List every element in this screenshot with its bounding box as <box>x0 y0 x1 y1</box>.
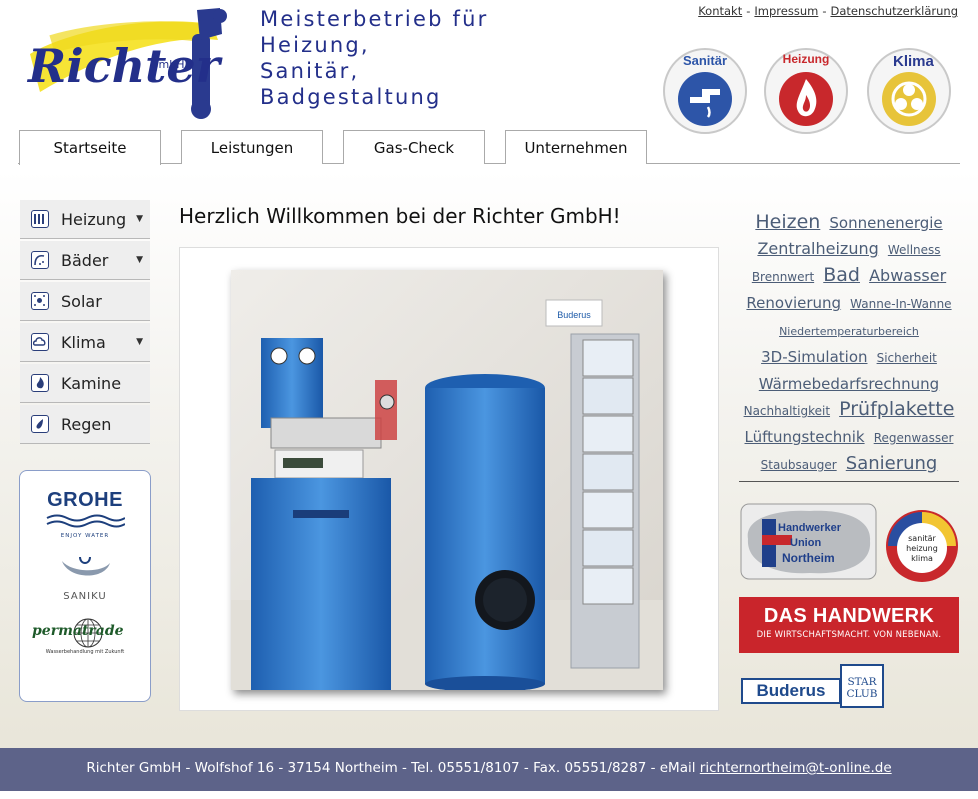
tagline-line-3: Sanitär, <box>260 59 360 83</box>
chevron-down-icon: ▼ <box>136 255 143 265</box>
svg-text:GmbH: GmbH <box>150 58 185 71</box>
svg-text:Heizung: Heizung <box>783 52 830 66</box>
tag-link[interactable]: Staubsauger <box>761 458 837 472</box>
grohe-tagline: ENJOY WATER <box>60 533 110 539</box>
handwerker-union-logo[interactable]: Handwerker Union Northeim <box>740 503 877 580</box>
sidebar-item-solar[interactable]: Solar <box>20 282 150 321</box>
company-tagline: Meisterbetrieb für Heizung, Sanitär, Bad… <box>260 6 488 110</box>
tag-link[interactable]: Nachhaltigkeit <box>744 404 830 418</box>
footer: Richter GmbH - Wolfshof 16 - 37154 North… <box>0 748 978 791</box>
tagline-line-4: Badgestaltung <box>260 85 442 109</box>
footer-contact-text: Richter GmbH - Wolfshof 16 - 37154 North… <box>86 760 700 776</box>
datenschutz-link[interactable]: Datenschutzerklärung <box>830 4 958 18</box>
svg-text:klima: klima <box>911 554 933 563</box>
svg-text:heizung: heizung <box>906 544 938 553</box>
page-title: Herzlich Willkommen bei der Richter GmbH… <box>179 204 621 228</box>
saniku-swoosh-icon <box>62 556 110 576</box>
tagline-line-1: Meisterbetrieb für <box>260 7 489 31</box>
badge-sanitaer[interactable]: Sanitär <box>662 45 748 135</box>
sidebar-item-baeder[interactable]: Bäder ▼ <box>20 241 150 280</box>
tab-leistungen[interactable]: Leistungen <box>181 130 323 164</box>
svg-text:Richter: Richter <box>26 39 224 93</box>
svg-text:Handwerker: Handwerker <box>778 522 842 534</box>
tag-link[interactable]: Abwasser <box>869 266 946 285</box>
buderus-label: Buderus <box>741 678 841 704</box>
brands-box: GROHE ENJOY WATER SANIKU permatrade Wass… <box>19 470 151 702</box>
sidebar-item-label: Kamine <box>61 374 122 393</box>
divider <box>739 481 959 482</box>
tag-link[interactable]: Brennwert <box>752 270 814 284</box>
permatrade-tagline: Wasserbehandlung mit Zukunft <box>45 649 125 655</box>
kontakt-link[interactable]: Kontakt <box>698 4 742 18</box>
tag-link[interactable]: Bad <box>823 264 860 286</box>
tag-link[interactable]: Regenwasser <box>874 431 954 445</box>
sun-icon <box>31 292 49 310</box>
chevron-down-icon: ▼ <box>136 337 143 347</box>
tag-link[interactable]: Lüftungstechnik <box>745 428 865 446</box>
tag-link[interactable]: Sonnenenergie <box>829 214 942 232</box>
shk-logo[interactable]: sanitär heizung klima <box>884 508 960 584</box>
sidebar-item-label: Solar <box>61 292 102 311</box>
das-handwerk-logo[interactable]: DAS HANDWERK DIE WIRTSCHAFTSMACHT. VON N… <box>739 597 959 653</box>
starclub-line-2: CLUB <box>846 688 878 700</box>
tag-link[interactable]: Sicherheit <box>877 351 937 365</box>
tagline-line-2: Heizung, <box>260 33 370 57</box>
photo-frame: Buderus <box>179 247 719 711</box>
svg-text:Northeim: Northeim <box>782 551 835 565</box>
tag-cloud: Heizen Sonnenenergie Zentralheizung Well… <box>738 210 960 478</box>
handwerk-slogan: DIE WIRTSCHAFTSMACHT. VON NEBENAN. <box>756 630 942 640</box>
tag-link[interactable]: Wanne-In-Wanne <box>850 297 951 311</box>
radiator-icon <box>31 210 49 228</box>
main-tabs: Startseite Leistungen Gas-Check Unterneh… <box>18 130 960 165</box>
footer-email-link[interactable]: richternortheim@t-online.de <box>700 760 892 776</box>
svg-text:sanitär: sanitär <box>908 534 936 543</box>
svg-text:Sanitär: Sanitär <box>683 53 727 68</box>
impressum-link[interactable]: Impressum <box>754 4 818 18</box>
sidebar-item-kamine[interactable]: Kamine <box>20 364 150 403</box>
tag-link[interactable]: Wärmebedarfsrechnung <box>759 375 939 393</box>
starclub-badge: STAR CLUB <box>840 664 884 708</box>
tag-link[interactable]: Sanierung <box>846 453 938 474</box>
svg-text:Buderus: Buderus <box>557 310 591 320</box>
handwerk-title: DAS HANDWERK <box>763 605 935 627</box>
sidebar-item-heizung[interactable]: Heizung ▼ <box>20 200 150 239</box>
sidebar-item-klima[interactable]: Klima ▼ <box>20 323 150 362</box>
badge-heizung[interactable]: Heizung <box>763 45 849 135</box>
cloud-icon <box>31 333 49 351</box>
shower-icon <box>31 251 49 269</box>
starclub-line-1: STAR <box>847 676 877 688</box>
top-links: Kontakt - Impressum - Datenschutzerklärung <box>698 4 958 18</box>
sidebar-item-label: Bäder <box>61 251 109 270</box>
tab-gas-check[interactable]: Gas-Check <box>343 130 485 164</box>
tag-link[interactable]: Wellness <box>888 243 941 257</box>
sidebar-item-label: Regen <box>61 415 112 434</box>
flame-icon <box>31 374 49 392</box>
permatrade-logo[interactable]: permatrade <box>32 623 124 639</box>
raindrop-icon <box>31 415 49 433</box>
svg-text:Klima: Klima <box>893 53 935 70</box>
grohe-logo[interactable]: GROHE <box>20 489 150 512</box>
sidebar-item-regen[interactable]: Regen <box>20 405 150 444</box>
chevron-down-icon: ▼ <box>136 214 143 224</box>
tab-unternehmen[interactable]: Unternehmen <box>505 130 647 164</box>
tag-link[interactable]: Niedertemperaturbereich <box>779 325 919 338</box>
sidebar-nav: Heizung ▼ Bäder ▼ Solar Klima ▼ Kamine R… <box>20 200 150 446</box>
sidebar-item-label: Klima <box>61 333 106 352</box>
buderus-starclub-logo[interactable]: Buderus STAR CLUB <box>739 662 885 710</box>
svg-text:Union: Union <box>790 537 821 549</box>
tag-link[interactable]: Prüfplakette <box>839 398 954 420</box>
richter-logo[interactable]: Richter GmbH <box>22 4 244 120</box>
footer-bottom-strip <box>0 791 978 799</box>
tag-link[interactable]: 3D-Simulation <box>761 348 867 366</box>
tag-link[interactable]: Renovierung <box>746 294 841 312</box>
saniku-logo[interactable]: SANIKU <box>20 591 150 602</box>
grohe-wave-icon <box>46 514 125 528</box>
tag-link[interactable]: Heizen <box>755 211 820 233</box>
badge-klima[interactable]: Klima <box>866 45 952 135</box>
tab-startseite[interactable]: Startseite <box>19 130 161 165</box>
tag-link[interactable]: Zentralheizung <box>757 239 878 258</box>
product-photo: Buderus <box>231 270 663 692</box>
sidebar-item-label: Heizung <box>61 210 127 229</box>
